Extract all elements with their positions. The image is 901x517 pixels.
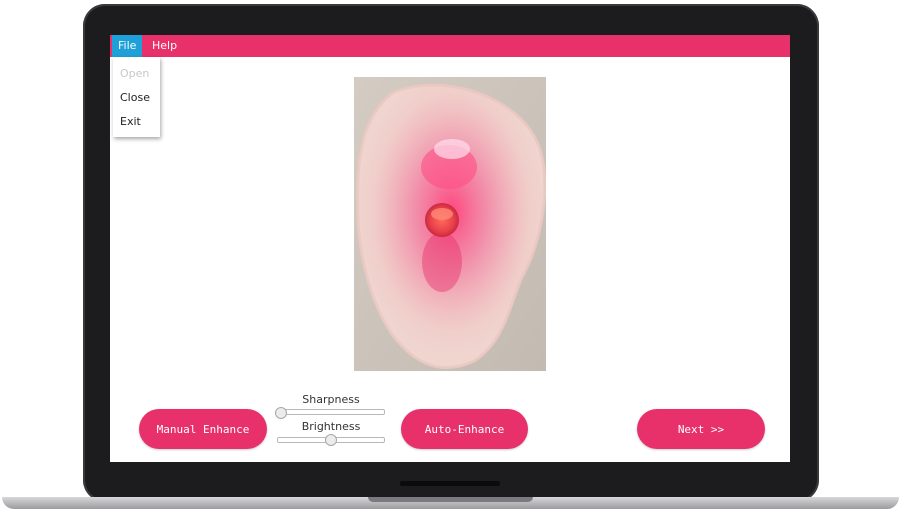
menu-item-close[interactable]: Close	[120, 91, 150, 104]
menu-help[interactable]: Help	[146, 35, 183, 57]
app-window: File Help Open Close Exit Sharpness Brig…	[110, 35, 790, 462]
brightness-slider-thumb[interactable]	[325, 434, 337, 446]
laptop-base-notch	[368, 497, 533, 502]
next-button[interactable]: Next >>	[637, 409, 765, 449]
sharpness-slider[interactable]	[277, 409, 385, 415]
manual-enhance-button[interactable]: Manual Enhance	[139, 409, 267, 449]
file-dropdown-menu: Open Close Exit	[113, 57, 160, 137]
menu-bar: File Help	[110, 35, 790, 57]
sharpness-label: Sharpness	[302, 393, 360, 406]
ear-mold-photo-icon	[354, 77, 546, 371]
menu-file[interactable]: File	[112, 35, 143, 57]
sharpness-slider-thumb[interactable]	[275, 407, 287, 419]
menu-item-open[interactable]: Open	[120, 67, 149, 80]
auto-enhance-button[interactable]: Auto-Enhance	[401, 409, 528, 449]
menu-item-exit[interactable]: Exit	[120, 115, 141, 128]
brightness-label: Brightness	[301, 420, 361, 433]
ear-mold-image	[354, 77, 546, 371]
laptop-hinge	[400, 481, 500, 486]
